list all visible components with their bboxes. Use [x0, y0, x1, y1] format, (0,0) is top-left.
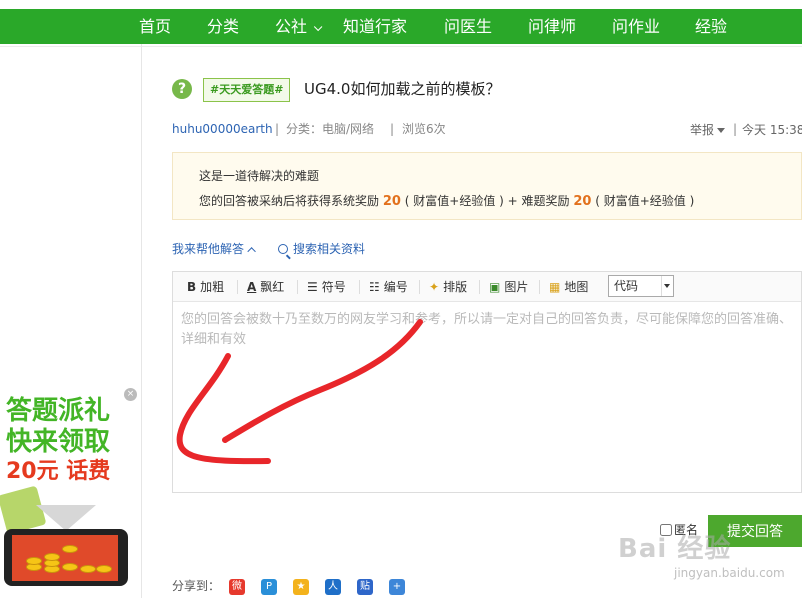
chevron-down-icon [313, 22, 323, 32]
qzone-share-icon[interactable]: P [261, 579, 277, 595]
watermark-url: jingyan.baidu.com [674, 566, 785, 580]
editor-toolbar: B 加粗 A 飘红 ☰ 符号 ☷ 编号 ✦ 排版 ▣ 图片 ▦ 地图 代码 [173, 272, 801, 302]
report-button[interactable]: 举报 [690, 121, 726, 138]
report-label: 举报 [690, 123, 715, 137]
nav-item-commune[interactable]: 公社 [275, 9, 323, 44]
layout-button[interactable]: ✦ 排版 [429, 279, 467, 295]
weibo-share-icon[interactable]: 微 [229, 579, 245, 595]
coin-icon [62, 545, 78, 553]
font-color-icon: A [247, 280, 257, 294]
numbering-label: 编号 [383, 280, 408, 294]
search-related-label: 搜索相关资料 [293, 242, 366, 256]
nav-item-homework[interactable]: 问作业 [612, 9, 660, 44]
notice-text-b: ( 财富值+经验值 ) + 难题奖励 [404, 194, 570, 208]
magic-wand-icon: ✦ [429, 280, 440, 294]
divider [141, 44, 142, 598]
symbol-label: 符号 [321, 280, 346, 294]
nav-item-lawyer[interactable]: 问律师 [528, 9, 576, 44]
question-time: 今天 15:38 [742, 123, 802, 137]
toolbar-separator [359, 280, 360, 294]
coin-icon [44, 553, 60, 561]
layout-label: 排版 [443, 280, 468, 294]
code-select-value: 代码 [614, 279, 639, 293]
nav-item-doctor[interactable]: 问医生 [444, 9, 492, 44]
answer-toggle-label: 我来帮他解答 [172, 242, 245, 256]
notice-text-c: ( 财富值+经验值 ) [595, 194, 695, 208]
coin-icon [96, 565, 112, 573]
question-title: UG4.0如何加载之前的模板？ [304, 80, 501, 98]
question-category[interactable]: 分类：电脑/网络 [286, 121, 374, 137]
image-icon: ▣ [489, 280, 501, 294]
funnel-icon [36, 505, 96, 531]
reward-difficulty-value: 20 [573, 194, 592, 209]
numbered-list-icon: ☷ [369, 280, 380, 294]
top-nav: 首页 分类 公社 知道行家 问医生 问律师 问作业 经验 [0, 9, 802, 44]
bold-icon: B [187, 280, 197, 294]
question-mark-icon: ? [172, 79, 192, 99]
nav-item-home[interactable]: 首页 [139, 9, 171, 44]
numbering-button[interactable]: ☷ 编号 [369, 279, 408, 295]
symbol-button[interactable]: ☰ 符号 [307, 279, 346, 295]
coin-icon [62, 563, 78, 571]
divider [0, 46, 802, 47]
meta-separator: | [733, 122, 738, 136]
toolbar-separator [419, 280, 420, 294]
toolbar-separator [539, 280, 540, 294]
reward-system-value: 20 [382, 194, 401, 209]
close-icon[interactable]: × [124, 388, 137, 401]
map-button[interactable]: ▦ 地图 [549, 279, 588, 295]
bold-button[interactable]: B 加粗 [187, 279, 224, 295]
map-label: 地图 [564, 280, 589, 294]
nav-item-experience[interactable]: 经验 [695, 9, 727, 44]
renren-share-icon[interactable]: 人 [325, 579, 341, 595]
coin-icon [26, 557, 42, 565]
notice-text-a: 您的回答被采纳后将获得系统奖励 [199, 194, 380, 208]
coins-graphic [12, 535, 118, 581]
image-button[interactable]: ▣ 图片 [489, 279, 528, 295]
nav-item-category[interactable]: 分类 [207, 9, 239, 44]
notice-title: 这是一道待解决的难题 [199, 169, 320, 183]
coin-icon [80, 565, 96, 573]
meta-separator: | [275, 122, 280, 136]
tieba-share-icon[interactable]: 贴 [357, 579, 373, 595]
notice-reward-text: 您的回答被采纳后将获得系统奖励 20 ( 财富值+经验值 ) + 难题奖励 20… [199, 192, 694, 209]
meta-separator: | [390, 122, 395, 136]
toolbar-separator [297, 280, 298, 294]
red-text-label: 飘红 [260, 280, 285, 294]
dropdown-arrow-icon [661, 276, 673, 296]
share-label: 分享到： [172, 579, 221, 593]
ad-headline-3: 20元 话费 [6, 459, 111, 484]
nav-item-experts[interactable]: 知道行家 [343, 9, 407, 44]
map-icon: ▦ [549, 280, 561, 294]
answer-textarea[interactable]: 您的回答会被数十乃至数万的网友学习和参考，所以请一定对自己的回答负责，尽可能保障… [181, 310, 796, 350]
question-tag[interactable]: #天天爱答题# [203, 78, 291, 102]
toolbar-separator [237, 280, 238, 294]
chevron-up-icon [247, 247, 256, 256]
baidu-jingyan-watermark: Bai 经验 [618, 534, 732, 564]
answer-editor: B 加粗 A 飘红 ☰ 符号 ☷ 编号 ✦ 排版 ▣ 图片 ▦ 地图 代码 您的回答会被数十乃… [172, 271, 802, 493]
qq-share-icon[interactable]: ★ [293, 579, 309, 595]
answer-toggle-link[interactable]: 我来帮他解答 [172, 240, 256, 257]
nav-item-commune-label: 公社 [275, 17, 308, 36]
reward-notice: 这是一道待解决的难题 您的回答被采纳后将获得系统奖励 20 ( 财富值+经验值 … [172, 152, 802, 220]
code-select[interactable]: 代码 [608, 275, 674, 297]
search-related-link[interactable]: 搜索相关资料 [278, 240, 365, 257]
image-label: 图片 [504, 280, 529, 294]
toolbar-separator [479, 280, 480, 294]
list-icon: ☰ [307, 280, 318, 294]
red-text-button[interactable]: A 飘红 [247, 279, 284, 295]
ad-headline-2: 快来领取 [6, 427, 111, 457]
question-user-link[interactable]: huhu00000earth [172, 121, 273, 137]
search-icon [278, 244, 288, 254]
bold-label: 加粗 [200, 280, 225, 294]
caret-down-icon [717, 128, 726, 133]
ad-headline-1: 答题派礼 [6, 396, 111, 426]
more-share-icon[interactable]: + [389, 579, 405, 595]
question-views: 浏览6次 [402, 122, 446, 136]
